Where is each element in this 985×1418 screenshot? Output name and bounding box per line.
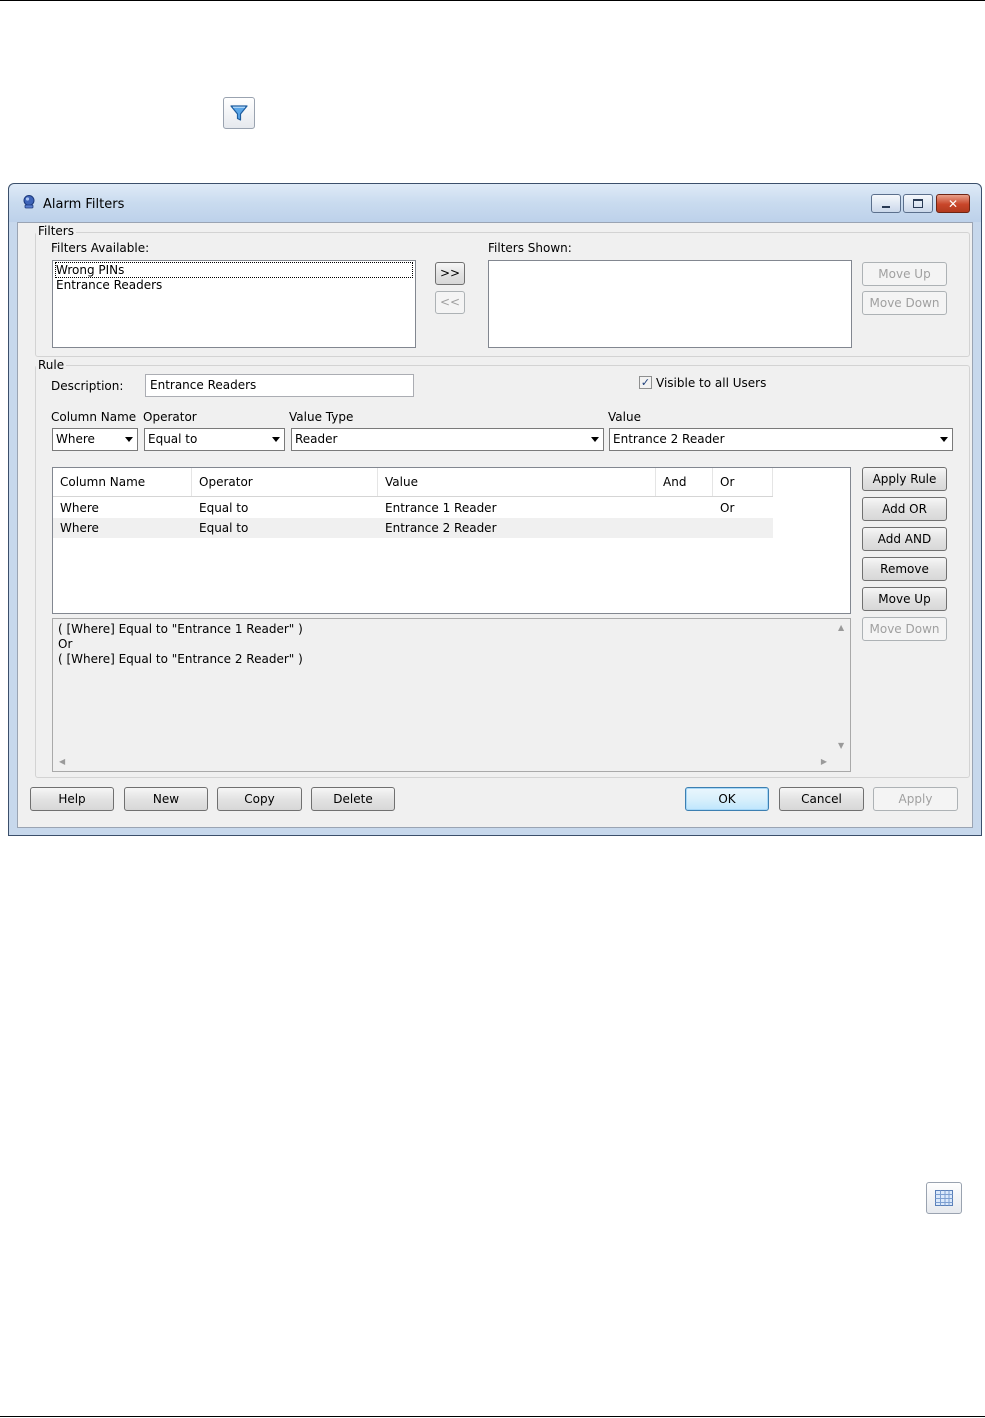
- value-type-select-value: Reader: [295, 432, 338, 446]
- title-bar[interactable]: Alarm Filters ✕: [9, 184, 981, 222]
- table-cell: [713, 518, 720, 538]
- scroll-up-icon[interactable]: ▲: [838, 623, 844, 632]
- bottom-rule: [0, 1416, 985, 1417]
- rule-move-down-button[interactable]: Move Down: [862, 617, 947, 641]
- window-title: Alarm Filters: [43, 197, 125, 212]
- filters-available-label: Filters Available:: [51, 241, 150, 255]
- top-rule: [0, 0, 985, 1]
- remove-rule-button[interactable]: Remove: [862, 557, 947, 581]
- chevron-down-icon: [591, 437, 599, 442]
- column-header-and[interactable]: And: [656, 468, 713, 496]
- table-cell: Where: [60, 501, 99, 515]
- add-and-button[interactable]: Add AND: [862, 527, 947, 551]
- operator-select[interactable]: Equal to: [144, 428, 285, 451]
- apply-rule-button[interactable]: Apply Rule: [862, 467, 947, 491]
- table-cell: Equal to: [199, 521, 249, 535]
- value-select[interactable]: Entrance 2 Reader: [609, 428, 953, 451]
- table-cell: [656, 518, 663, 538]
- column-header-column-name[interactable]: Column Name: [53, 468, 192, 496]
- filters-move-up-button[interactable]: Move Up: [862, 262, 947, 286]
- remove-filter-button[interactable]: <<: [435, 291, 465, 314]
- filters-available-list[interactable]: Wrong PINs Entrance Readers: [52, 260, 416, 348]
- chevron-down-icon: [272, 437, 280, 442]
- rule-group-label: Rule: [36, 358, 67, 372]
- dialog-client-area: Filters Filters Available: Wrong PINs En…: [17, 222, 973, 828]
- scroll-down-icon[interactable]: ▼: [838, 741, 844, 750]
- expression-line: Or: [58, 637, 73, 651]
- expression-line: ( [Where] Equal to "Entrance 1 Reader" ): [58, 622, 303, 636]
- column-name-label: Column Name: [51, 410, 137, 424]
- value-label: Value: [608, 410, 641, 424]
- vertical-scrollbar[interactable]: ▲ ▼: [833, 619, 850, 754]
- alarm-filters-dialog: Alarm Filters ✕ Filters Filters Availabl…: [8, 183, 982, 836]
- chevron-down-icon: [940, 437, 948, 442]
- description-label: Description:: [51, 379, 124, 393]
- close-button[interactable]: ✕: [936, 194, 970, 213]
- table-cell: Entrance 2 Reader: [385, 521, 497, 535]
- filters-shown-label: Filters Shown:: [488, 241, 572, 255]
- help-button[interactable]: Help: [30, 787, 114, 811]
- add-or-button[interactable]: Add OR: [862, 497, 947, 521]
- chevron-down-icon: [125, 437, 133, 442]
- cancel-button[interactable]: Cancel: [779, 787, 864, 811]
- rule-expression-preview[interactable]: ( [Where] Equal to "Entrance 1 Reader" )…: [52, 618, 851, 772]
- filters-group-label: Filters: [36, 224, 76, 238]
- value-type-select[interactable]: Reader: [291, 428, 604, 451]
- operator-label: Operator: [143, 410, 197, 424]
- table-cell: [656, 498, 663, 518]
- horizontal-scrollbar[interactable]: ◀ ▶: [53, 754, 833, 771]
- list-item[interactable]: Entrance Readers: [56, 278, 162, 292]
- column-header-or[interactable]: Or: [713, 468, 773, 496]
- table-cell: Entrance 1 Reader: [385, 501, 497, 515]
- column-header-operator[interactable]: Operator: [192, 468, 378, 496]
- table-cell: Or: [720, 501, 735, 515]
- list-item[interactable]: Wrong PINs: [55, 262, 413, 278]
- maximize-button[interactable]: [903, 194, 933, 213]
- table-row[interactable]: Where Equal to Entrance 1 Reader Or: [53, 498, 773, 518]
- rule-move-up-button[interactable]: Move Up: [862, 587, 947, 611]
- scroll-left-icon[interactable]: ◀: [59, 757, 65, 766]
- filters-shown-list[interactable]: [488, 260, 852, 348]
- value-select-value: Entrance 2 Reader: [613, 432, 725, 446]
- minimize-button[interactable]: [871, 194, 901, 213]
- filter-icon[interactable]: [223, 97, 255, 129]
- copy-button[interactable]: Copy: [217, 787, 302, 811]
- grid-icon[interactable]: [926, 1182, 962, 1214]
- minimize-icon: [882, 205, 890, 208]
- column-header-value[interactable]: Value: [378, 468, 656, 496]
- description-field[interactable]: Entrance Readers: [145, 374, 414, 397]
- apply-button[interactable]: Apply: [873, 787, 958, 811]
- alarm-filters-app-icon: [21, 194, 37, 213]
- table-cell: Equal to: [199, 501, 249, 515]
- scroll-right-icon[interactable]: ▶: [821, 757, 827, 766]
- visible-to-all-users-checkbox[interactable]: ✓: [639, 376, 652, 389]
- rule-table[interactable]: Column Name Operator Value And Or Where …: [52, 467, 851, 614]
- ok-button[interactable]: OK: [685, 787, 769, 811]
- column-name-select-value: Where: [56, 432, 95, 446]
- add-filter-button[interactable]: >>: [435, 262, 465, 285]
- operator-select-value: Equal to: [148, 432, 198, 446]
- value-type-label: Value Type: [289, 410, 354, 424]
- filters-move-down-button[interactable]: Move Down: [862, 291, 947, 315]
- visible-to-all-users-label[interactable]: Visible to all Users: [656, 376, 766, 390]
- new-button[interactable]: New: [124, 787, 208, 811]
- close-icon: ✕: [947, 196, 959, 211]
- expression-line: ( [Where] Equal to "Entrance 2 Reader" ): [58, 652, 303, 666]
- table-cell: Where: [60, 521, 99, 535]
- rule-table-header: Column Name Operator Value And Or: [53, 468, 773, 497]
- column-name-select[interactable]: Where: [52, 428, 138, 451]
- table-row[interactable]: Where Equal to Entrance 2 Reader: [53, 518, 773, 538]
- maximize-icon: [913, 199, 923, 208]
- delete-button[interactable]: Delete: [311, 787, 395, 811]
